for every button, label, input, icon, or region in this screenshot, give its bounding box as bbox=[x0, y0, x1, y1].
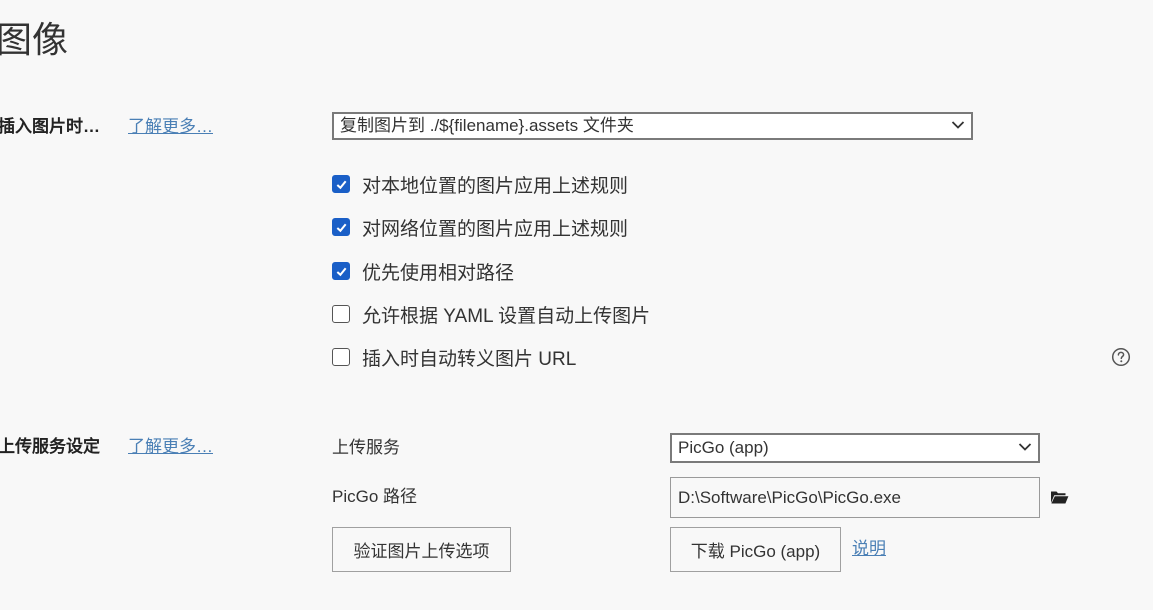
preferences-image-panel: 图像 插入图片时… 了解更多… 复制图片到 ./${filename}.asse… bbox=[0, 0, 1153, 610]
option-escape-url[interactable]: 插入时自动转义图片 URL bbox=[332, 345, 577, 370]
upload-service-select[interactable]: PicGo (app) bbox=[670, 433, 1040, 463]
upload-service-label: 上传服务 bbox=[332, 438, 400, 457]
option-label: 对本地位置的图片应用上述规则 bbox=[362, 175, 629, 197]
picgo-help-link[interactable]: 说明 bbox=[852, 536, 886, 562]
question-circle-icon[interactable] bbox=[1111, 347, 1131, 367]
chevron-down-icon bbox=[1018, 443, 1032, 451]
insert-image-action-value: 复制图片到 ./${filename}.assets 文件夹 bbox=[340, 116, 634, 135]
checkbox-escape-url[interactable] bbox=[332, 348, 350, 366]
insert-learn-more-link[interactable]: 了解更多… bbox=[128, 114, 213, 140]
checkmark-icon bbox=[336, 223, 346, 232]
checkbox-local-images[interactable] bbox=[332, 175, 350, 193]
checkmark-icon bbox=[336, 180, 346, 189]
option-label: 插入时自动转义图片 URL bbox=[362, 348, 577, 370]
upload-service-value: PicGo (app) bbox=[678, 438, 769, 457]
checkbox-network-images[interactable] bbox=[332, 218, 350, 236]
validate-upload-button[interactable]: 验证图片上传选项 bbox=[332, 527, 511, 572]
option-label: 优先使用相对路径 bbox=[362, 262, 515, 284]
option-label: 允许根据 YAML 设置自动上传图片 bbox=[362, 305, 651, 327]
option-network-images[interactable]: 对网络位置的图片应用上述规则 bbox=[332, 215, 629, 240]
checkmark-icon bbox=[336, 267, 346, 276]
page-title: 图像 bbox=[0, 19, 69, 60]
option-local-images[interactable]: 对本地位置的图片应用上述规则 bbox=[332, 172, 629, 197]
chevron-down-icon bbox=[951, 121, 965, 129]
upload-service-section-label: 上传服务设定 bbox=[0, 437, 100, 456]
option-relative-path[interactable]: 优先使用相对路径 bbox=[332, 259, 515, 284]
download-picgo-button[interactable]: 下载 PicGo (app) bbox=[670, 527, 841, 572]
insert-image-action-select[interactable]: 复制图片到 ./${filename}.assets 文件夹 bbox=[332, 112, 973, 140]
option-yaml-upload[interactable]: 允许根据 YAML 设置自动上传图片 bbox=[332, 302, 651, 327]
picgo-path-label: PicGo 路径 bbox=[332, 487, 418, 506]
folder-open-icon[interactable] bbox=[1050, 489, 1069, 505]
checkbox-yaml-upload[interactable] bbox=[332, 305, 350, 323]
picgo-path-input[interactable] bbox=[670, 477, 1040, 518]
checkbox-relative-path[interactable] bbox=[332, 262, 350, 280]
upload-learn-more-link[interactable]: 了解更多… bbox=[128, 434, 213, 460]
insert-image-section-label: 插入图片时… bbox=[0, 117, 100, 136]
option-label: 对网络位置的图片应用上述规则 bbox=[362, 218, 629, 240]
